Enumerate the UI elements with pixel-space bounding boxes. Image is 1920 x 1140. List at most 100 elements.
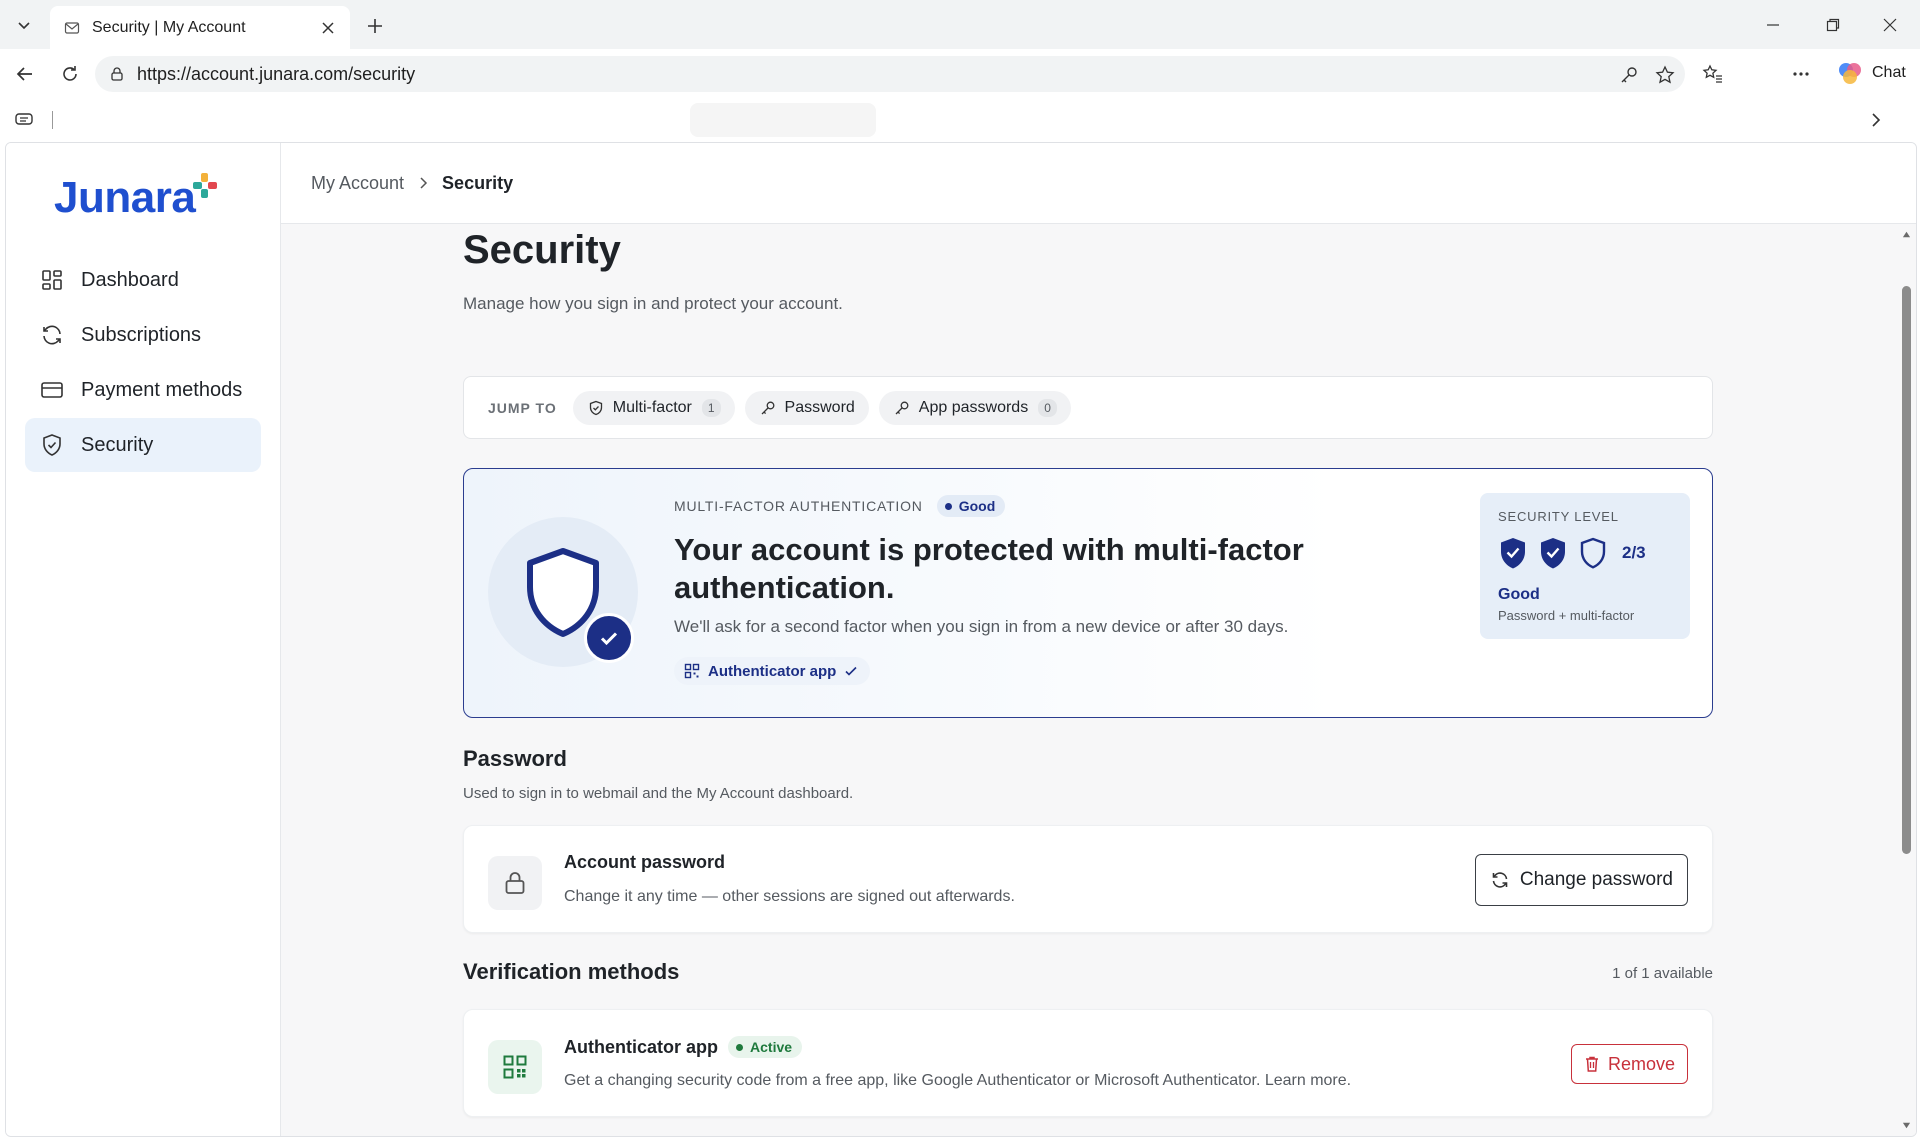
status-badge-label: Active [750,1039,793,1055]
qr-code-icon [684,663,700,679]
collections-icon [15,113,33,125]
jump-to-label: JUMP TO [488,399,557,416]
breadcrumb-parent-link[interactable]: My Account [311,173,404,194]
shield-filled-icon [1501,538,1525,569]
brand-name: Junara [54,173,196,222]
restore-icon [1826,18,1840,31]
security-level-label: SECURITY LEVEL [1498,509,1619,524]
remove-authenticator-button[interactable]: Remove [1570,1044,1688,1084]
sidebar-item-dashboard[interactable]: Dashboard [25,253,261,307]
scroll-down-icon[interactable] [1902,1121,1911,1130]
copilot-chat-button[interactable]: Chat [1832,55,1914,91]
favorites-bar [0,99,1920,141]
breadcrumb-current: Security [442,172,514,193]
sidebar-item-label: Dashboard [81,268,179,291]
authenticator-app-card: Authenticator app Active Get a changing … [463,1009,1713,1117]
chevron-right-icon [416,176,430,190]
verification-availability: 1 of 1 available [1612,965,1713,982]
favorite-star-button[interactable] [1654,64,1676,86]
chevron-down-icon [18,22,30,30]
status-badge-label: Good [958,498,996,514]
tab-close-button[interactable] [318,18,338,38]
close-icon [1883,18,1897,31]
chip-label: Password [784,398,855,416]
restore-button[interactable] [1805,0,1861,49]
status-badge: Good [936,495,1006,517]
account-password-title: Account password [564,852,726,872]
shield-icon [587,399,605,417]
browser-tab-active[interactable]: Security | My Account [50,6,350,49]
tab-title: Security | My Account [92,18,246,36]
sidebar-item-label: Payment methods [81,378,243,401]
sidebar-item-payment-methods[interactable]: Payment methods [25,363,261,417]
mfa-title: Your account is protected with multi-fac… [674,532,1304,605]
security-level-meter: 2/3 [1498,536,1672,570]
jump-chip-password[interactable]: Password [744,390,869,425]
authenticator-app-title-row: Authenticator app Active [564,1036,803,1058]
remove-label: Remove [1607,1053,1675,1074]
sidebar-item-label: Security [81,433,154,456]
more-options-button[interactable] [1785,58,1817,90]
change-password-button[interactable]: Change password [1474,854,1688,906]
mfa-method-label: Authenticator app [708,662,837,680]
brand-logo[interactable]: Junara [54,173,219,223]
reload-button[interactable] [54,58,86,90]
jump-to-nav: JUMP TO Multi-factor 1 Password App pass… [463,376,1713,439]
chip-label: App passwords [918,398,1029,416]
key-icon [1621,67,1637,83]
dashboard-icon [39,267,65,293]
status-badge: Active [728,1036,803,1058]
mfa-text-block: MULTI-FACTOR AUTHENTICATION Good Your ac… [674,495,1374,685]
chevron-right-icon [1872,113,1881,127]
window-close-button[interactable] [1862,0,1918,49]
security-level-text: Good [1498,586,1540,603]
shield-empty-icon [1580,537,1606,569]
sidebar-item-subscriptions[interactable]: Subscriptions [25,308,261,362]
minimize-icon [1767,23,1779,26]
credit-card-icon [39,377,65,403]
qr-code-icon [488,1040,542,1094]
collections-button[interactable] [14,111,34,127]
browser-toolbar: https://account.junara.com/security Chat [0,49,1920,99]
favbar-overflow-button[interactable] [1866,110,1886,130]
back-button[interactable] [9,58,41,90]
jump-chip-multi-factor[interactable]: Multi-factor 1 [572,390,735,425]
check-badge-icon [584,613,634,663]
site-info-icon[interactable] [109,66,125,82]
key-icon [893,399,911,417]
tab-list-button[interactable] [8,9,40,41]
favorites-bar-drag-handle[interactable] [690,103,876,137]
sidebar: Junara Dashboard Subscriptions Payment m… [6,143,281,1136]
password-section-title: Password [463,746,567,771]
account-password-card: Account password Change it any time — ot… [463,825,1713,933]
mfa-status-card: MULTI-FACTOR AUTHENTICATION Good Your ac… [463,468,1713,718]
jump-chip-app-passwords[interactable]: App passwords 0 [878,390,1071,425]
sidebar-item-security[interactable]: Security [25,418,261,472]
page-scrollbar[interactable] [1898,224,1916,1136]
status-dot [944,502,952,510]
refresh-icon [39,322,65,348]
plus-icon [368,19,382,33]
favorites-button[interactable] [1697,58,1729,90]
breadcrumb: My Account Security [281,143,1916,224]
security-level-fraction: 2/3 [1622,543,1646,562]
address-bar[interactable]: https://account.junara.com/security [95,56,1685,92]
scrollbar-thumb[interactable] [1902,286,1911,854]
new-tab-button[interactable] [360,11,390,41]
mfa-method-chip: Authenticator app [674,657,871,685]
scroll-up-icon[interactable] [1902,230,1911,239]
shield-check-icon [39,432,65,458]
url-text[interactable]: https://account.junara.com/security [137,64,415,85]
chip-label: Multi-factor [612,398,692,416]
shield-filled-icon [1541,538,1565,569]
brand-mark-icon [193,173,218,198]
minimize-button[interactable] [1745,0,1801,49]
sidebar-item-label: Subscriptions [81,323,202,346]
key-icon [759,399,777,417]
lock-icon [488,856,542,910]
main-content: Security Manage how you sign in and prot… [281,224,1916,1136]
mfa-description: We'll ask for a second factor when you s… [674,617,1289,636]
reload-icon [63,66,77,81]
star-icon [1655,65,1675,84]
password-key-button[interactable] [1618,64,1640,86]
